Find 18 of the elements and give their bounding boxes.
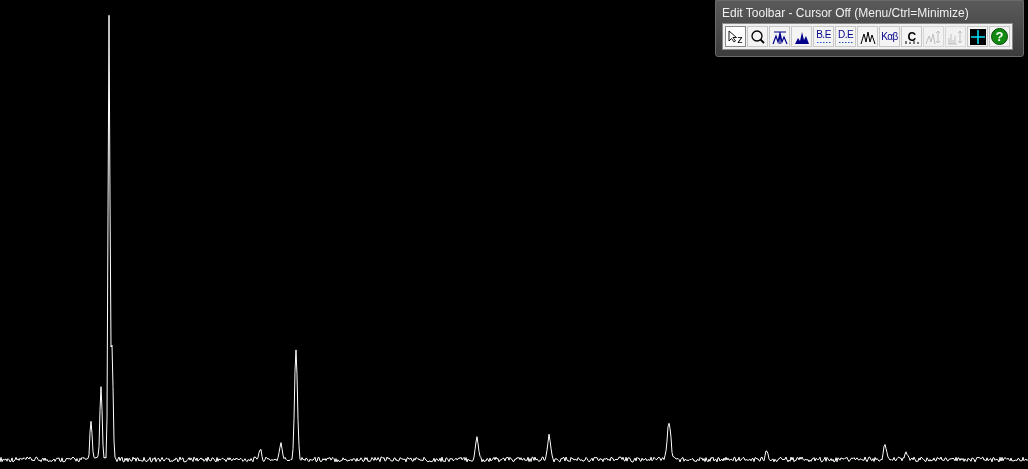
toolbar-button[interactable]: Kαβ <box>879 26 900 47</box>
toolbar-button[interactable]: C <box>901 26 922 47</box>
toolbar-button[interactable] <box>791 26 812 47</box>
toolbar-button[interactable]: ? <box>989 26 1010 47</box>
pointer-icon <box>728 30 738 43</box>
dotted-line-icon <box>839 41 853 44</box>
toolbar-button[interactable] <box>857 26 878 47</box>
toolbar-button[interactable]: D.E <box>835 26 856 47</box>
toolbar-button[interactable] <box>769 26 790 47</box>
tick-marks-icon <box>905 41 919 44</box>
toolbar-button[interactable]: z <box>725 26 746 47</box>
window-title: Edit Toolbar - Cursor Off (Menu/Ctrl=Minimize) <box>722 5 970 22</box>
toolbar-button[interactable] <box>747 26 768 47</box>
grid-icon <box>968 27 987 46</box>
dotted-line-icon <box>817 41 831 44</box>
toolbar-button[interactable] <box>967 26 988 47</box>
magnifier-icon <box>748 27 767 46</box>
toolbar-button[interactable]: B.E <box>813 26 834 47</box>
